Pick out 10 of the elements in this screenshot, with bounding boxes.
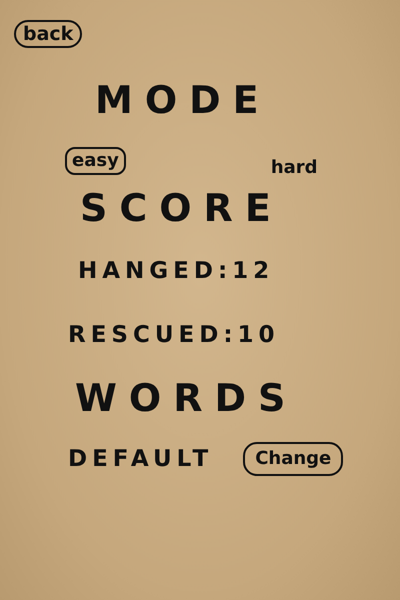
- change-button[interactable]: Change: [243, 442, 344, 476]
- mode-option[interactable]: hard: [264, 154, 325, 182]
- mode-title: MODE: [95, 78, 271, 122]
- word-list-name: DEFAULT: [68, 445, 214, 474]
- words-title: WORDS: [75, 376, 298, 420]
- score-stat: RESCUED:10: [68, 321, 280, 350]
- score-stat: HANGED:12: [78, 257, 274, 286]
- score-title: SCORE: [80, 186, 283, 230]
- back-button[interactable]: back: [14, 20, 82, 48]
- mode-option[interactable]: easy: [65, 147, 126, 175]
